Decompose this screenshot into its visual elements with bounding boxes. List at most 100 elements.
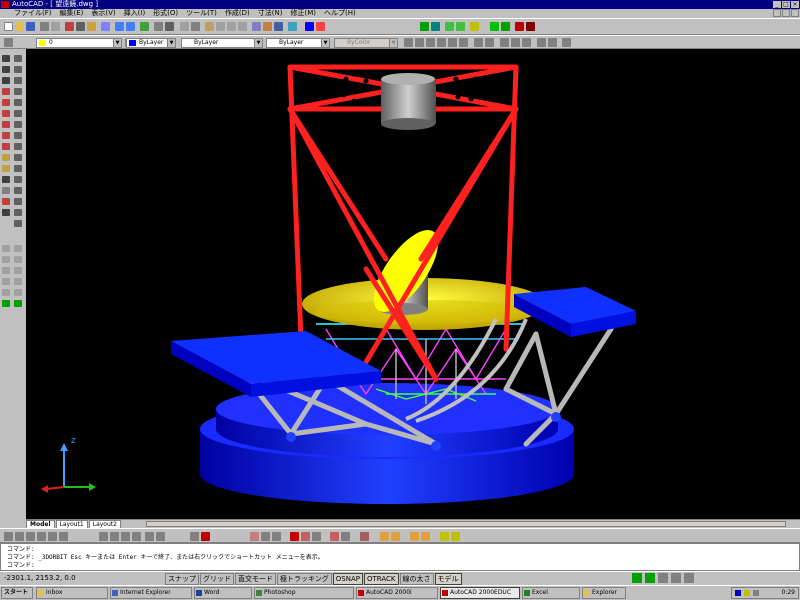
- menu-help[interactable]: ヘルプ(H): [320, 9, 360, 18]
- zoom-realtime-icon[interactable]: [216, 22, 225, 31]
- setup-profile-icon[interactable]: [562, 38, 571, 47]
- copy-icon[interactable]: [76, 22, 85, 31]
- match-properties-icon[interactable]: [101, 22, 110, 31]
- 3d-views-icon[interactable]: [191, 22, 200, 31]
- point-icon[interactable]: [2, 176, 10, 183]
- solid-edit-icon[interactable]: [451, 532, 460, 541]
- tray-status-icon[interactable]: [632, 573, 642, 583]
- ucs-origin-icon[interactable]: [145, 532, 154, 541]
- mirror-icon[interactable]: [14, 77, 22, 84]
- dim-linear-icon[interactable]: [4, 532, 13, 541]
- interfere-icon[interactable]: [522, 38, 531, 47]
- extend-icon[interactable]: [14, 176, 22, 183]
- menu-view[interactable]: 表示(V): [87, 9, 119, 18]
- print-icon[interactable]: [40, 22, 49, 31]
- task-button[interactable]: Internet Explorer: [110, 587, 192, 599]
- task-button[interactable]: AutoCAD 2000i: [356, 587, 438, 599]
- offset-icon[interactable]: [14, 88, 22, 95]
- task-button[interactable]: Word: [194, 587, 252, 599]
- tray-status-icon[interactable]: [671, 573, 681, 583]
- snap-tangent-icon[interactable]: [312, 532, 321, 541]
- array-icon[interactable]: [14, 99, 22, 106]
- snap-endpoint-icon[interactable]: [250, 532, 259, 541]
- coordinate-readout[interactable]: -2301.1, 2153.2, 0.0: [4, 572, 76, 585]
- region-icon[interactable]: [2, 198, 10, 205]
- properties-icon[interactable]: [252, 22, 261, 31]
- render-icon[interactable]: [316, 22, 325, 31]
- color-dropdown[interactable]: ByLayer ▼: [126, 38, 176, 48]
- ime-icon[interactable]: [753, 590, 759, 596]
- save-icon[interactable]: [26, 22, 35, 31]
- ucs-face-icon[interactable]: [121, 532, 130, 541]
- view-top-icon[interactable]: [2, 245, 10, 252]
- dbconnect-icon[interactable]: [274, 22, 283, 31]
- command-window[interactable]: コマンド: コマンド: _3DORBIT Esc キーまたは Enter キーで…: [0, 543, 800, 571]
- fillet-icon[interactable]: [14, 209, 22, 216]
- menu-format[interactable]: 形式(O): [149, 9, 182, 18]
- grid-toggle[interactable]: グリッド: [200, 573, 234, 585]
- shade-gouraud-icon[interactable]: [14, 300, 22, 307]
- task-button[interactable]: Explorer: [582, 587, 626, 599]
- 3d-pan-icon[interactable]: [445, 22, 454, 31]
- doc-restore-button[interactable]: [782, 9, 790, 17]
- menu-edit[interactable]: 編集(E): [56, 9, 88, 18]
- task-button[interactable]: Photoshop: [254, 587, 354, 599]
- paste-icon[interactable]: [87, 22, 96, 31]
- hyperlink-icon[interactable]: [140, 22, 149, 31]
- arc-icon[interactable]: [2, 110, 10, 117]
- polar-toggle[interactable]: 極トラッキング: [277, 573, 332, 585]
- linetype-dropdown[interactable]: ByLayer ▼: [181, 38, 263, 48]
- snap-center-icon[interactable]: [290, 532, 299, 541]
- snap-none-icon[interactable]: [380, 532, 389, 541]
- ellipse-icon[interactable]: [2, 143, 10, 150]
- camera-icon[interactable]: [470, 22, 479, 31]
- otrack-toggle[interactable]: OTRACK: [364, 573, 399, 585]
- polyline-icon[interactable]: [2, 77, 10, 84]
- erase-icon[interactable]: [14, 55, 22, 62]
- cylinder-icon[interactable]: [426, 38, 435, 47]
- task-button[interactable]: Excel: [522, 587, 580, 599]
- stretch-icon[interactable]: [14, 143, 22, 150]
- lineweight-dropdown[interactable]: ByLayer ▼: [266, 38, 330, 48]
- lengthen-icon[interactable]: [14, 154, 22, 161]
- move-icon[interactable]: [14, 110, 22, 117]
- solid-union-icon[interactable]: [410, 532, 419, 541]
- insert-block-icon[interactable]: [2, 154, 10, 161]
- hatch-icon[interactable]: [2, 187, 10, 194]
- model-toggle[interactable]: モデル: [434, 573, 462, 585]
- view-left-icon[interactable]: [2, 256, 10, 263]
- view-sw-iso-icon[interactable]: [2, 278, 10, 285]
- view-se-iso-icon[interactable]: [14, 278, 22, 285]
- named-views-icon[interactable]: [180, 22, 189, 31]
- dim-aligned-icon[interactable]: [15, 532, 24, 541]
- task-button[interactable]: Inbox: [36, 587, 108, 599]
- snap-toggle[interactable]: スナップ: [165, 573, 199, 585]
- ucs-zaxis-icon[interactable]: [156, 532, 165, 541]
- 3d-distance-icon[interactable]: [501, 22, 510, 31]
- inquiry-distance-icon[interactable]: [190, 532, 199, 541]
- slice-icon[interactable]: [500, 38, 509, 47]
- solid-intersect-icon[interactable]: [440, 532, 449, 541]
- 3d-zoom-icon[interactable]: [456, 22, 465, 31]
- scale-icon[interactable]: [14, 132, 22, 139]
- menu-insert[interactable]: 挿入(I): [120, 9, 150, 18]
- minimize-button[interactable]: _: [773, 1, 781, 8]
- snap-perpendicular-icon[interactable]: [330, 532, 339, 541]
- close-button[interactable]: ×: [791, 1, 799, 8]
- undo-icon[interactable]: [115, 22, 124, 31]
- section-icon[interactable]: [511, 38, 520, 47]
- menu-dimension[interactable]: 寸法(N): [254, 9, 287, 18]
- autocad-app-icon[interactable]: [1, 1, 9, 8]
- print-preview-icon[interactable]: [51, 22, 60, 31]
- command-prompt[interactable]: コマンド:: [7, 562, 799, 570]
- ortho-toggle[interactable]: 直交モード: [235, 573, 276, 585]
- snap-midpoint-icon[interactable]: [261, 532, 270, 541]
- snap-intersection-icon[interactable]: [272, 532, 281, 541]
- polygon-icon[interactable]: [2, 88, 10, 95]
- layer-manager-icon[interactable]: [4, 38, 13, 47]
- rectangle-icon[interactable]: [2, 99, 10, 106]
- wedge-icon[interactable]: [448, 38, 457, 47]
- view-ne-iso-icon[interactable]: [2, 289, 10, 296]
- cut-icon[interactable]: [65, 22, 74, 31]
- view-nw-iso-icon[interactable]: [14, 289, 22, 296]
